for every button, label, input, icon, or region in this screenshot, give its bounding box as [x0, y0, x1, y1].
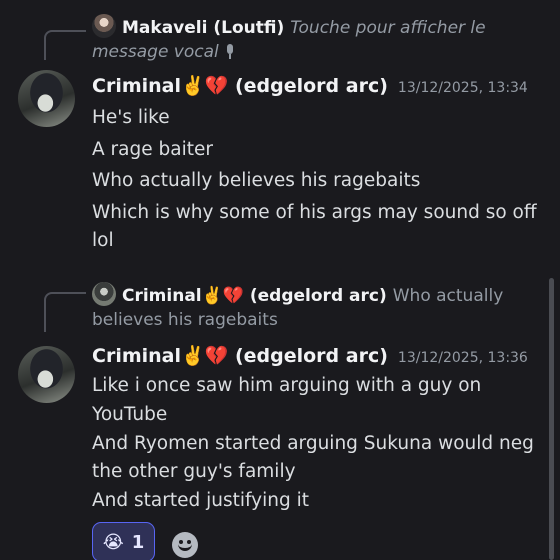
message-line: Like i once saw him arguing with a guy o… [92, 375, 482, 396]
timestamp: 13/12/2025, 13:36 [397, 350, 528, 366]
reply-avatar [92, 282, 116, 306]
message-line: YouTube [92, 403, 168, 425]
avatar[interactable] [18, 346, 75, 403]
reply-connector [44, 30, 86, 60]
message-line: Which is why some of his args may sound … [92, 201, 537, 223]
avatar[interactable] [18, 70, 75, 127]
reply-author[interactable]: Makaveli (Loutfi) [122, 18, 284, 38]
add-reaction-icon[interactable] [172, 532, 198, 558]
reaction-button[interactable]: 😭 1 [92, 522, 155, 560]
reply-preview[interactable]: Makaveli (Loutfi) Touche pour afficher le… [92, 14, 532, 64]
timestamp: 13/12/2025, 13:34 [397, 80, 528, 96]
microphone-icon [225, 44, 235, 59]
message-line: A rage baiter [92, 138, 213, 160]
chat-view: Makaveli (Loutfi) Touche pour afficher le… [0, 0, 560, 560]
scrollbar[interactable] [549, 278, 554, 560]
message-content: Like i once saw him arguing with a guy o… [92, 372, 537, 516]
reply-preview[interactable]: Criminal✌️💔 (edgelord arc) Who actually b… [92, 282, 532, 332]
reply-avatar [92, 14, 116, 38]
message-header: Criminal✌️💔 (edgelord arc) 13/12/2025, 13… [92, 342, 528, 370]
message-line: Who actually believes his ragebaits [92, 170, 421, 191]
message-content: He's like A rage baiter Who actually bel… [92, 102, 537, 254]
author-emojis: ✌️💔 [181, 75, 229, 97]
message-header: Criminal✌️💔 (edgelord arc) 13/12/2025, 13… [92, 72, 528, 100]
message-line: He's like [92, 107, 170, 128]
loudly-crying-emoji-icon: 😭 [102, 531, 124, 553]
reaction-count: 1 [131, 531, 145, 553]
author-emojis: ✌️💔 [181, 345, 229, 367]
message-line: And started justifying it [92, 490, 310, 512]
message-line: lol [92, 230, 114, 251]
reply-connector [44, 292, 86, 332]
message-line: the other guy's family [92, 461, 296, 483]
smile-mouth [178, 543, 192, 551]
author-name[interactable]: Criminal✌️💔 (edgelord arc) [92, 345, 388, 367]
author-name[interactable]: Criminal✌️💔 (edgelord arc) [92, 75, 388, 97]
reply-author[interactable]: Criminal✌️💔 (edgelord arc) [122, 286, 387, 306]
message-line: And Ryomen started arguing Sukuna would … [92, 432, 534, 454]
